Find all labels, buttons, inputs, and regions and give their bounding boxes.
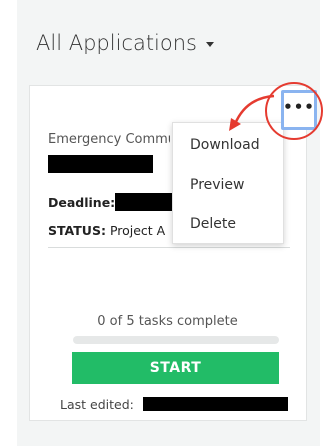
menu-item-download[interactable]: Download [190, 137, 260, 153]
redaction-bar [48, 155, 153, 173]
more-options-button[interactable]: ••• [281, 90, 317, 130]
ellipsis-icon: ••• [283, 98, 315, 116]
status-label: STATUS: [48, 223, 106, 238]
menu-item-delete[interactable]: Delete [190, 216, 236, 232]
page-title: All Applications [36, 31, 197, 55]
application-name: Emergency Commu [48, 132, 170, 147]
more-actions-menu: Download Preview Delete [172, 122, 284, 244]
start-button[interactable]: START [72, 352, 279, 384]
deadline-field: Deadline: [48, 195, 115, 210]
redaction-bar [115, 193, 175, 211]
status-field: STATUS: Project A [48, 223, 165, 238]
menu-item-preview[interactable]: Preview [190, 177, 245, 193]
tasks-progress-text: 0 of 5 tasks complete [97, 314, 238, 329]
page-title-dropdown[interactable]: All Applications [36, 31, 214, 55]
status-value: Project A [109, 223, 166, 238]
last-edited-label: Last edited: [60, 397, 134, 412]
card-divider [48, 247, 290, 248]
redaction-bar [143, 397, 288, 411]
caret-down-icon [206, 42, 214, 47]
deadline-label: Deadline: [48, 195, 116, 210]
tasks-progress-bar [73, 336, 279, 344]
